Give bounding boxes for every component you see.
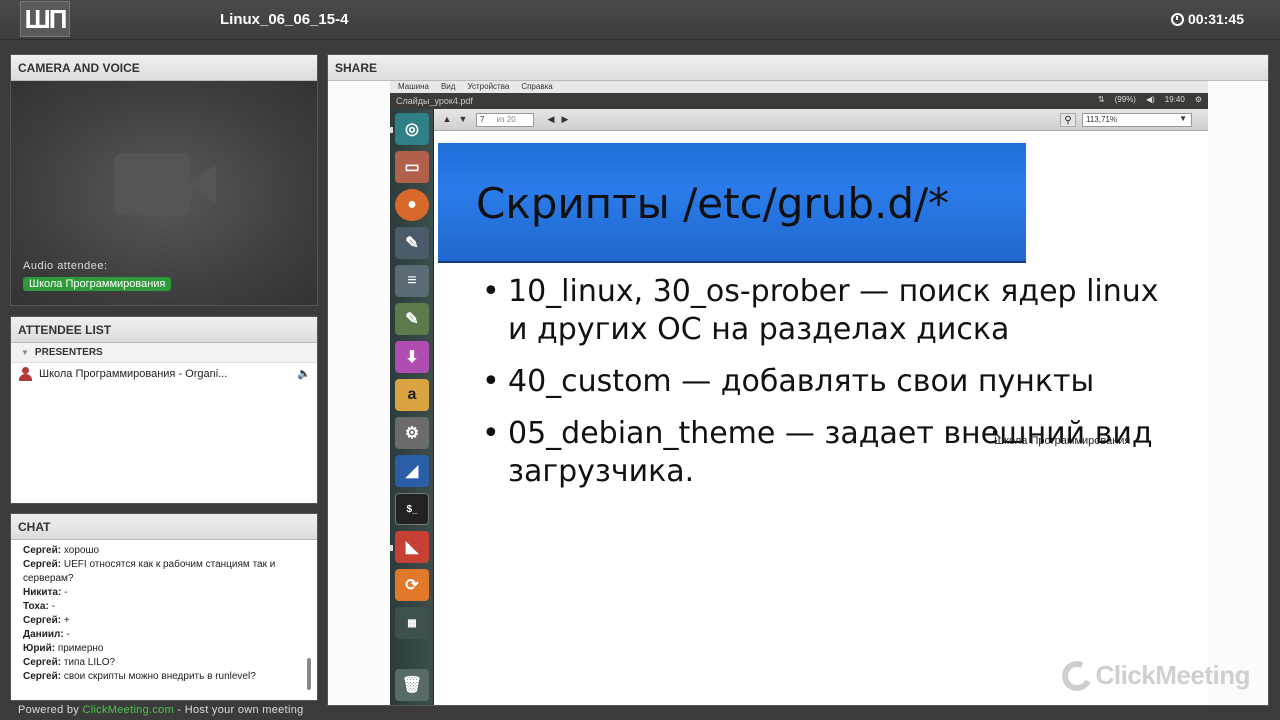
- watermark-text: ClickMeeting: [1095, 660, 1251, 690]
- search-icon[interactable]: ⚲: [1060, 113, 1076, 127]
- system-status: ⇅ (99%) ◀) 19:40 ⚙: [1098, 95, 1202, 104]
- clock-icon: [1170, 12, 1184, 26]
- vm-menu-item[interactable]: Машина: [398, 82, 429, 92]
- school-logo: ШП: [20, 1, 70, 37]
- update-icon[interactable]: ⟳: [395, 569, 429, 601]
- vm-window: Машина Вид Устройства Справка Слайды_уро…: [390, 81, 1208, 705]
- speaker-icon: 🔈: [297, 368, 311, 380]
- chat-message: Сергей: хорошо: [23, 545, 100, 556]
- workspace-icon[interactable]: ▦: [395, 607, 429, 639]
- slide-title-banner: Скрипты /etc/grub.d/*: [438, 143, 1026, 263]
- window-title: Слайды_урок4.pdf: [396, 96, 473, 106]
- clickmeeting-watermark: ClickMeeting: [1057, 656, 1251, 695]
- pdf-toolbar: ▲ ▼ 7 из 20 ◀ ▶ ⚲ 113,71% ▼: [434, 109, 1208, 131]
- page-current: 7: [480, 115, 485, 124]
- attendee-name: Школа Программирования - Organi...: [39, 368, 228, 380]
- share-panel: SHARE Машина Вид Устройства Справка Слай…: [327, 54, 1269, 706]
- camera-view: Audio attendee: Школа Программирования: [11, 81, 317, 305]
- network-icon: ⇅: [1097, 95, 1105, 104]
- chat-message: Тоха: -: [23, 601, 55, 612]
- camera-panel: CAMERA AND VOICE Audio attendee: Школа П…: [10, 54, 318, 306]
- person-icon: [19, 367, 32, 381]
- audio-attendee-badge: Школа Программирования: [23, 277, 172, 291]
- volume-icon: ◀): [1145, 95, 1155, 104]
- meeting-timer: 00:31:45: [1170, 11, 1244, 27]
- page-total: из 20: [496, 115, 516, 124]
- active-indicator: [390, 545, 393, 551]
- presenters-group[interactable]: ▼ PRESENTERS: [11, 343, 317, 363]
- slide-bullets: 10_linux, 30_os-prober — поиск ядер linu…: [482, 273, 1182, 505]
- chat-message: Сергей: свои скрипты можно внедрить в ru…: [23, 671, 256, 682]
- folder-icon[interactable]: ▭: [395, 151, 429, 183]
- camera-icon: [114, 153, 216, 215]
- chat-message: Сергей: +: [23, 615, 70, 626]
- chat-panel-heading: CHAT: [11, 514, 317, 540]
- audio-attendee-label: Audio attendee:: [23, 260, 108, 272]
- chat-message: Никита: -: [23, 587, 68, 598]
- page-down-button[interactable]: ▼: [456, 113, 470, 126]
- pdf-viewer-icon[interactable]: ◣: [395, 531, 429, 563]
- vm-menu-bar: Машина Вид Устройства Справка: [390, 81, 1208, 93]
- chat-message: Сергей: UEFI относятся как к рабочим ста…: [23, 559, 276, 584]
- chat-message: Даниил: -: [23, 629, 70, 640]
- chat-scrollbar[interactable]: [307, 658, 311, 690]
- attendee-row[interactable]: Школа Программирования - Organi... 🔈: [11, 363, 317, 385]
- vm-menu-item[interactable]: Устройства: [467, 82, 509, 92]
- chat-panel: CHAT Сергей: хорошо Сергей: UEFI относят…: [10, 513, 318, 701]
- presenters-label: PRESENTERS: [34, 347, 103, 358]
- zoom-value: 113,71%: [1086, 115, 1117, 124]
- chevron-down-icon: ▼: [1179, 114, 1187, 123]
- ubuntu-launcher: ◎ ▭ ● ✎ ≡ ✎ ⬇ a ⚙ ◢ $_ ◣ ⟳ ▦ 🗑: [390, 109, 434, 705]
- share-panel-heading: SHARE: [328, 55, 1268, 81]
- document-icon[interactable]: ≡: [395, 265, 429, 297]
- top-bar: ШП Linux_06_06_15-4 00:31:45: [0, 0, 1280, 40]
- clickmeeting-logo-icon: [1057, 656, 1096, 695]
- amazon-icon[interactable]: a: [395, 379, 429, 411]
- vm-menu-item[interactable]: Вид: [441, 82, 455, 92]
- camera-panel-heading: CAMERA AND VOICE: [11, 55, 317, 81]
- clickmeeting-link[interactable]: ClickMeeting.com: [82, 704, 174, 716]
- bullet-item: 05_debian_theme — задает внешний вид заг…: [482, 415, 1182, 491]
- footer-suffix: - Host your own meeting: [177, 704, 304, 716]
- back-button[interactable]: ◀: [544, 113, 558, 126]
- wireshark-icon[interactable]: ◢: [395, 455, 429, 487]
- shared-screen: Машина Вид Устройства Справка Слайды_уро…: [328, 81, 1268, 705]
- clock-time: 19:40: [1164, 95, 1185, 104]
- forward-button[interactable]: ▶: [558, 113, 572, 126]
- battery-status: (99%): [1114, 95, 1136, 104]
- viewer-icon[interactable]: ✎: [395, 303, 429, 335]
- trash-icon[interactable]: 🗑: [395, 669, 429, 701]
- meeting-title: Linux_06_06_15-4: [220, 11, 349, 28]
- page-up-button[interactable]: ▲: [440, 113, 454, 126]
- timer-value: 00:31:45: [1187, 11, 1244, 27]
- footer: Powered by ClickMeeting.com - Host your …: [18, 704, 304, 716]
- ubuntu-icon[interactable]: ◎: [395, 113, 429, 145]
- settings-icon[interactable]: ⚙: [395, 417, 429, 449]
- attendee-panel: ATTENDEE LIST ▼ PRESENTERS Школа Программ…: [10, 316, 318, 504]
- active-indicator: [390, 127, 393, 133]
- vm-title-bar: Слайды_урок4.pdf ⇅ (99%) ◀) 19:40 ⚙: [390, 93, 1208, 109]
- expand-triangle-icon[interactable]: ▼: [21, 348, 29, 357]
- attendee-panel-heading: ATTENDEE LIST: [11, 317, 317, 343]
- page-number-input[interactable]: 7 из 20: [476, 113, 534, 127]
- vm-menu-item[interactable]: Справка: [521, 82, 552, 92]
- writer-icon[interactable]: ✎: [395, 227, 429, 259]
- cursor-owner-label: Школа Программирования: [994, 435, 1131, 447]
- bullet-item: 10_linux, 30_os-prober — поиск ядер linu…: [482, 273, 1182, 349]
- slide-title: Скрипты /etc/grub.d/*: [476, 179, 950, 228]
- gear-icon: ⚙: [1194, 95, 1202, 104]
- terminal-icon[interactable]: $_: [395, 493, 429, 525]
- footer-prefix: Powered by: [18, 704, 80, 716]
- bullet-item: 40_custom — добавлять свои пункты: [482, 363, 1182, 401]
- software-center-icon[interactable]: ⬇: [395, 341, 429, 373]
- firefox-icon[interactable]: ●: [395, 189, 429, 221]
- chat-messages: Сергей: хорошо Сергей: UEFI относятся ка…: [11, 540, 317, 684]
- chat-message: Сергей: типа LILO?: [23, 657, 116, 668]
- chat-message: Юрий: примерно: [23, 643, 104, 654]
- zoom-select[interactable]: 113,71% ▼: [1082, 113, 1192, 127]
- presentation-slide: Скрипты /etc/grub.d/* 10_linux, 30_os-pr…: [434, 131, 1208, 705]
